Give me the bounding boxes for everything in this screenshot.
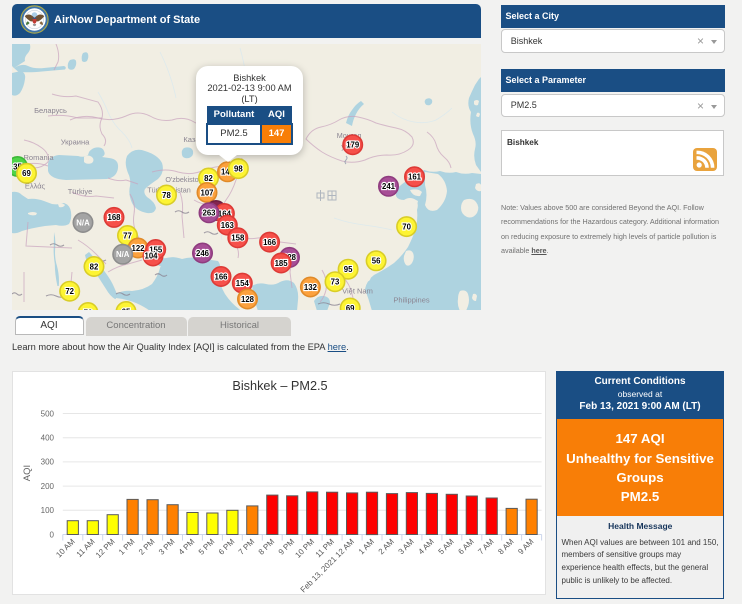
svg-text:200: 200 xyxy=(41,482,55,491)
svg-text:8 AM: 8 AM xyxy=(496,537,515,556)
svg-text:185: 185 xyxy=(275,258,289,267)
svg-text:O'zbekiston: O'zbekiston xyxy=(165,175,202,184)
svg-text:69: 69 xyxy=(346,303,355,310)
svg-text:78: 78 xyxy=(162,190,171,199)
svg-text:158: 158 xyxy=(231,233,245,242)
svg-text:AQI: AQI xyxy=(22,465,33,481)
svg-text:163: 163 xyxy=(221,220,235,229)
svg-text:3 AM: 3 AM xyxy=(397,537,416,556)
svg-text:1 PM: 1 PM xyxy=(117,537,137,557)
svg-text:300: 300 xyxy=(41,458,55,467)
svg-text:73: 73 xyxy=(331,277,340,286)
svg-text:Türkiye: Türkiye xyxy=(68,187,93,196)
svg-text:161: 161 xyxy=(408,172,422,181)
svg-text:69: 69 xyxy=(22,169,31,178)
svg-text:500: 500 xyxy=(41,409,55,418)
svg-text:82: 82 xyxy=(204,173,213,182)
svg-text:107: 107 xyxy=(200,188,213,197)
svg-text:400: 400 xyxy=(41,434,55,443)
svg-text:6 PM: 6 PM xyxy=(217,537,237,557)
svg-text:10 AM: 10 AM xyxy=(54,537,77,560)
svg-text:246: 246 xyxy=(196,248,210,257)
svg-text:11 AM: 11 AM xyxy=(75,537,97,559)
svg-text:Philippines: Philippines xyxy=(393,295,430,304)
svg-text:65: 65 xyxy=(122,307,131,310)
svg-text:263: 263 xyxy=(202,208,216,217)
svg-text:10 PM: 10 PM xyxy=(293,537,316,560)
svg-text:168: 168 xyxy=(107,213,121,222)
svg-text:0: 0 xyxy=(50,530,55,539)
svg-text:166: 166 xyxy=(263,237,277,246)
svg-text:1 AM: 1 AM xyxy=(357,537,376,556)
svg-text:72: 72 xyxy=(84,308,93,310)
svg-text:100: 100 xyxy=(41,506,55,515)
svg-text:Беларусь: Беларусь xyxy=(34,106,67,115)
svg-text:6 AM: 6 AM xyxy=(456,537,475,556)
svg-text:4 AM: 4 AM xyxy=(417,537,436,556)
svg-text:2 PM: 2 PM xyxy=(137,537,157,557)
svg-text:Việt Nam: Việt Nam xyxy=(342,286,373,295)
svg-text:77: 77 xyxy=(123,231,132,240)
svg-text:241: 241 xyxy=(382,182,396,191)
svg-text:Украина: Украина xyxy=(61,137,90,146)
svg-text:154: 154 xyxy=(236,278,250,287)
svg-text:98: 98 xyxy=(234,164,243,173)
svg-text:56: 56 xyxy=(372,256,381,265)
svg-text:128: 128 xyxy=(241,294,255,303)
svg-text:166: 166 xyxy=(214,272,228,281)
svg-text:70: 70 xyxy=(402,222,411,231)
svg-text:Romania: Romania xyxy=(23,153,54,162)
svg-text:2 AM: 2 AM xyxy=(377,537,396,556)
svg-text:179: 179 xyxy=(346,140,360,149)
svg-text:5 AM: 5 AM xyxy=(437,537,456,556)
svg-text:122: 122 xyxy=(131,243,145,252)
svg-text:104: 104 xyxy=(144,251,158,260)
svg-text:95: 95 xyxy=(344,265,353,274)
svg-text:12 PM: 12 PM xyxy=(94,537,117,560)
svg-text:Bishkek – PM2.5: Bishkek – PM2.5 xyxy=(232,379,327,393)
svg-text:9 AM: 9 AM xyxy=(516,537,535,556)
svg-text:7 AM: 7 AM xyxy=(476,537,495,556)
svg-text:82: 82 xyxy=(90,262,99,271)
svg-text:5 PM: 5 PM xyxy=(197,537,217,557)
svg-text:4 PM: 4 PM xyxy=(177,537,197,557)
svg-text:132: 132 xyxy=(304,282,318,291)
svg-text:72: 72 xyxy=(65,287,74,296)
svg-text:N/A: N/A xyxy=(116,250,130,259)
svg-text:N/A: N/A xyxy=(76,218,90,227)
svg-text:8 PM: 8 PM xyxy=(257,537,277,557)
svg-text:3 PM: 3 PM xyxy=(157,537,177,557)
svg-text:7 PM: 7 PM xyxy=(237,537,257,557)
